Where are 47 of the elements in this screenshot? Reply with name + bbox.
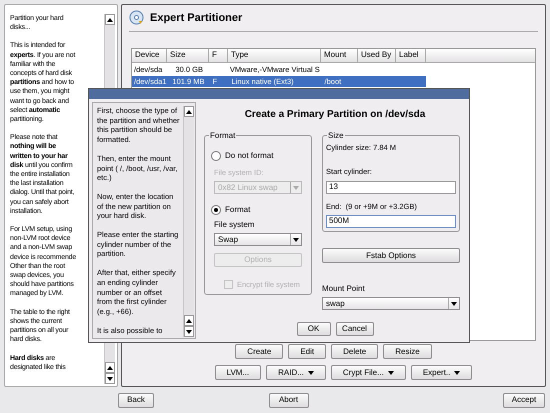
dialog-heading: Create a Primary Partition on /dev/sda — [244, 108, 426, 122]
dropdown-arrow-icon — [388, 370, 394, 374]
column-header[interactable]: F — [209, 48, 228, 62]
action-button[interactable]: Create — [235, 344, 284, 359]
disk-icon — [129, 10, 145, 26]
menu-button[interactable]: Expert.. — [410, 365, 472, 380]
dropdown-arrow-icon — [293, 186, 299, 190]
up-arrow-icon — [107, 366, 113, 370]
up-arrow-icon — [186, 318, 192, 322]
accept-button[interactable]: Accept — [503, 392, 545, 408]
dropdown-arrow-icon — [293, 238, 299, 242]
action-button[interactable]: Edit — [288, 344, 326, 359]
dropdown-arrow-icon — [308, 370, 314, 374]
end-cylinder-field[interactable]: 500M — [326, 214, 456, 228]
file-system-select[interactable]: Swap — [214, 233, 302, 246]
menu-button[interactable]: RAID... — [266, 365, 326, 380]
down-arrow-icon — [186, 330, 192, 334]
menu-button[interactable]: Crypt File... — [330, 365, 406, 380]
radio-label: Do not format — [225, 150, 274, 162]
field-label: Mount Point — [322, 283, 366, 295]
column-header[interactable]: Used By — [358, 48, 396, 62]
column-header[interactable]: Label — [396, 48, 426, 62]
fstab-options-button[interactable]: Fstab Options — [322, 248, 460, 263]
column-header[interactable]: Mount — [321, 48, 358, 62]
dropdown-arrow-icon — [451, 302, 457, 306]
cancel-button[interactable]: Cancel — [336, 322, 374, 336]
down-arrow-icon — [107, 376, 113, 380]
ok-button[interactable]: OK — [296, 322, 330, 336]
column-header[interactable]: Device — [132, 48, 167, 62]
abort-button[interactable]: Abort — [268, 392, 308, 408]
mount-point-select[interactable]: swap — [322, 297, 460, 310]
page-title: Expert Partitioner — [150, 11, 242, 26]
column-header[interactable]: Type — [228, 48, 321, 62]
dropdown-arrow-icon — [454, 370, 460, 374]
up-arrow-icon — [186, 110, 192, 114]
radio-button[interactable] — [211, 205, 221, 216]
radio-button[interactable] — [211, 151, 221, 161]
action-button[interactable]: Delete — [331, 344, 378, 359]
radio-label: Format — [225, 204, 250, 216]
action-button[interactable]: Resize — [383, 344, 432, 359]
start-cylinder-field[interactable]: 13 — [326, 180, 456, 194]
scrollbar[interactable] — [183, 106, 194, 337]
column-header[interactable]: Size — [167, 48, 209, 62]
back-button[interactable]: Back — [118, 392, 154, 408]
up-arrow-icon — [107, 18, 113, 22]
menu-button[interactable]: LVM... — [214, 365, 262, 380]
field-label: File system — [214, 219, 256, 232]
